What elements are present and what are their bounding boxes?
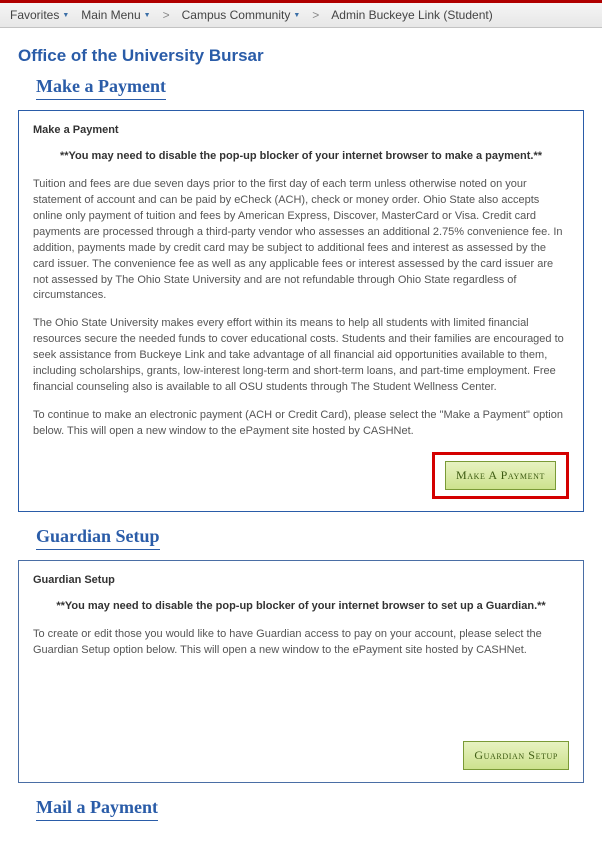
panel-title: Guardian Setup	[33, 573, 569, 589]
make-payment-text-1: Tuition and fees are due seven days prio…	[33, 177, 569, 305]
popup-blocker-note: **You may need to disable the pop-up blo…	[33, 149, 569, 165]
chevron-down-icon: ▼	[144, 12, 151, 19]
make-payment-text-3: To continue to make an electronic paymen…	[33, 408, 569, 440]
make-payment-text-2: The Ohio State University makes every ef…	[33, 316, 569, 396]
section-heading-guardian-setup: Guardian Setup	[36, 526, 160, 550]
make-payment-button[interactable]: Make A Payment	[445, 461, 556, 490]
make-payment-panel: Make a Payment **You may need to disable…	[18, 110, 584, 512]
guardian-setup-panel: Guardian Setup **You may need to disable…	[18, 560, 584, 783]
breadcrumb-admin-buckeye[interactable]: Admin Buckeye Link (Student)	[327, 6, 496, 24]
breadcrumb-favorites[interactable]: Favorites ▼	[6, 6, 73, 24]
page-content: Office of the University Bursar Make a P…	[0, 28, 602, 841]
chevron-down-icon: ▼	[62, 12, 69, 19]
section-heading-mail-payment: Mail a Payment	[36, 797, 158, 821]
page-title: Office of the University Bursar	[18, 46, 584, 66]
breadcrumb-label: Admin Buckeye Link (Student)	[331, 8, 492, 22]
breadcrumb-label: Campus Community	[182, 8, 291, 22]
make-payment-button-area: Make A Payment	[33, 452, 569, 499]
panel-title: Make a Payment	[33, 123, 569, 139]
annotation-highlight: Make A Payment	[432, 452, 569, 499]
guardian-setup-button[interactable]: Guardian Setup	[463, 741, 569, 770]
breadcrumb-campus-community[interactable]: Campus Community ▼	[178, 6, 305, 24]
breadcrumb-label: Favorites	[10, 8, 59, 22]
guardian-button-area: Guardian Setup	[33, 741, 569, 770]
section-heading-make-payment: Make a Payment	[36, 76, 166, 100]
breadcrumb-bar: Favorites ▼ Main Menu ▼ > Campus Communi…	[0, 0, 602, 28]
chevron-down-icon: ▼	[293, 12, 300, 19]
breadcrumb-separator: >	[308, 8, 323, 22]
popup-blocker-note: **You may need to disable the pop-up blo…	[33, 599, 569, 615]
guardian-text-1: To create or edit those you would like t…	[33, 627, 569, 659]
breadcrumb-label: Main Menu	[81, 8, 140, 22]
breadcrumb-main-menu[interactable]: Main Menu ▼	[77, 6, 154, 24]
breadcrumb-separator: >	[159, 8, 174, 22]
